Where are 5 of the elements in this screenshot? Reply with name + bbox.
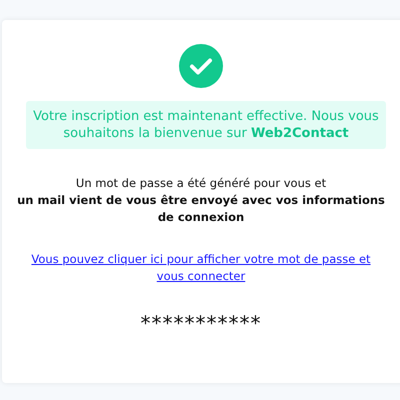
check-circle-icon (179, 44, 223, 88)
success-message: Votre inscription est maintenant effective. Nous vous souhaitons la bienvenue sur Web2Contact (26, 101, 386, 149)
info-text: Un mot de passe a été généré pour vous et un mail vient de vous être envoyé avec vos informations de connexion (16, 175, 386, 226)
password-text: *********** (140, 311, 262, 335)
show-password-link[interactable]: Vous pouvez cliquer ici pour afficher votre mot de passe et vous connecter (26, 251, 376, 285)
